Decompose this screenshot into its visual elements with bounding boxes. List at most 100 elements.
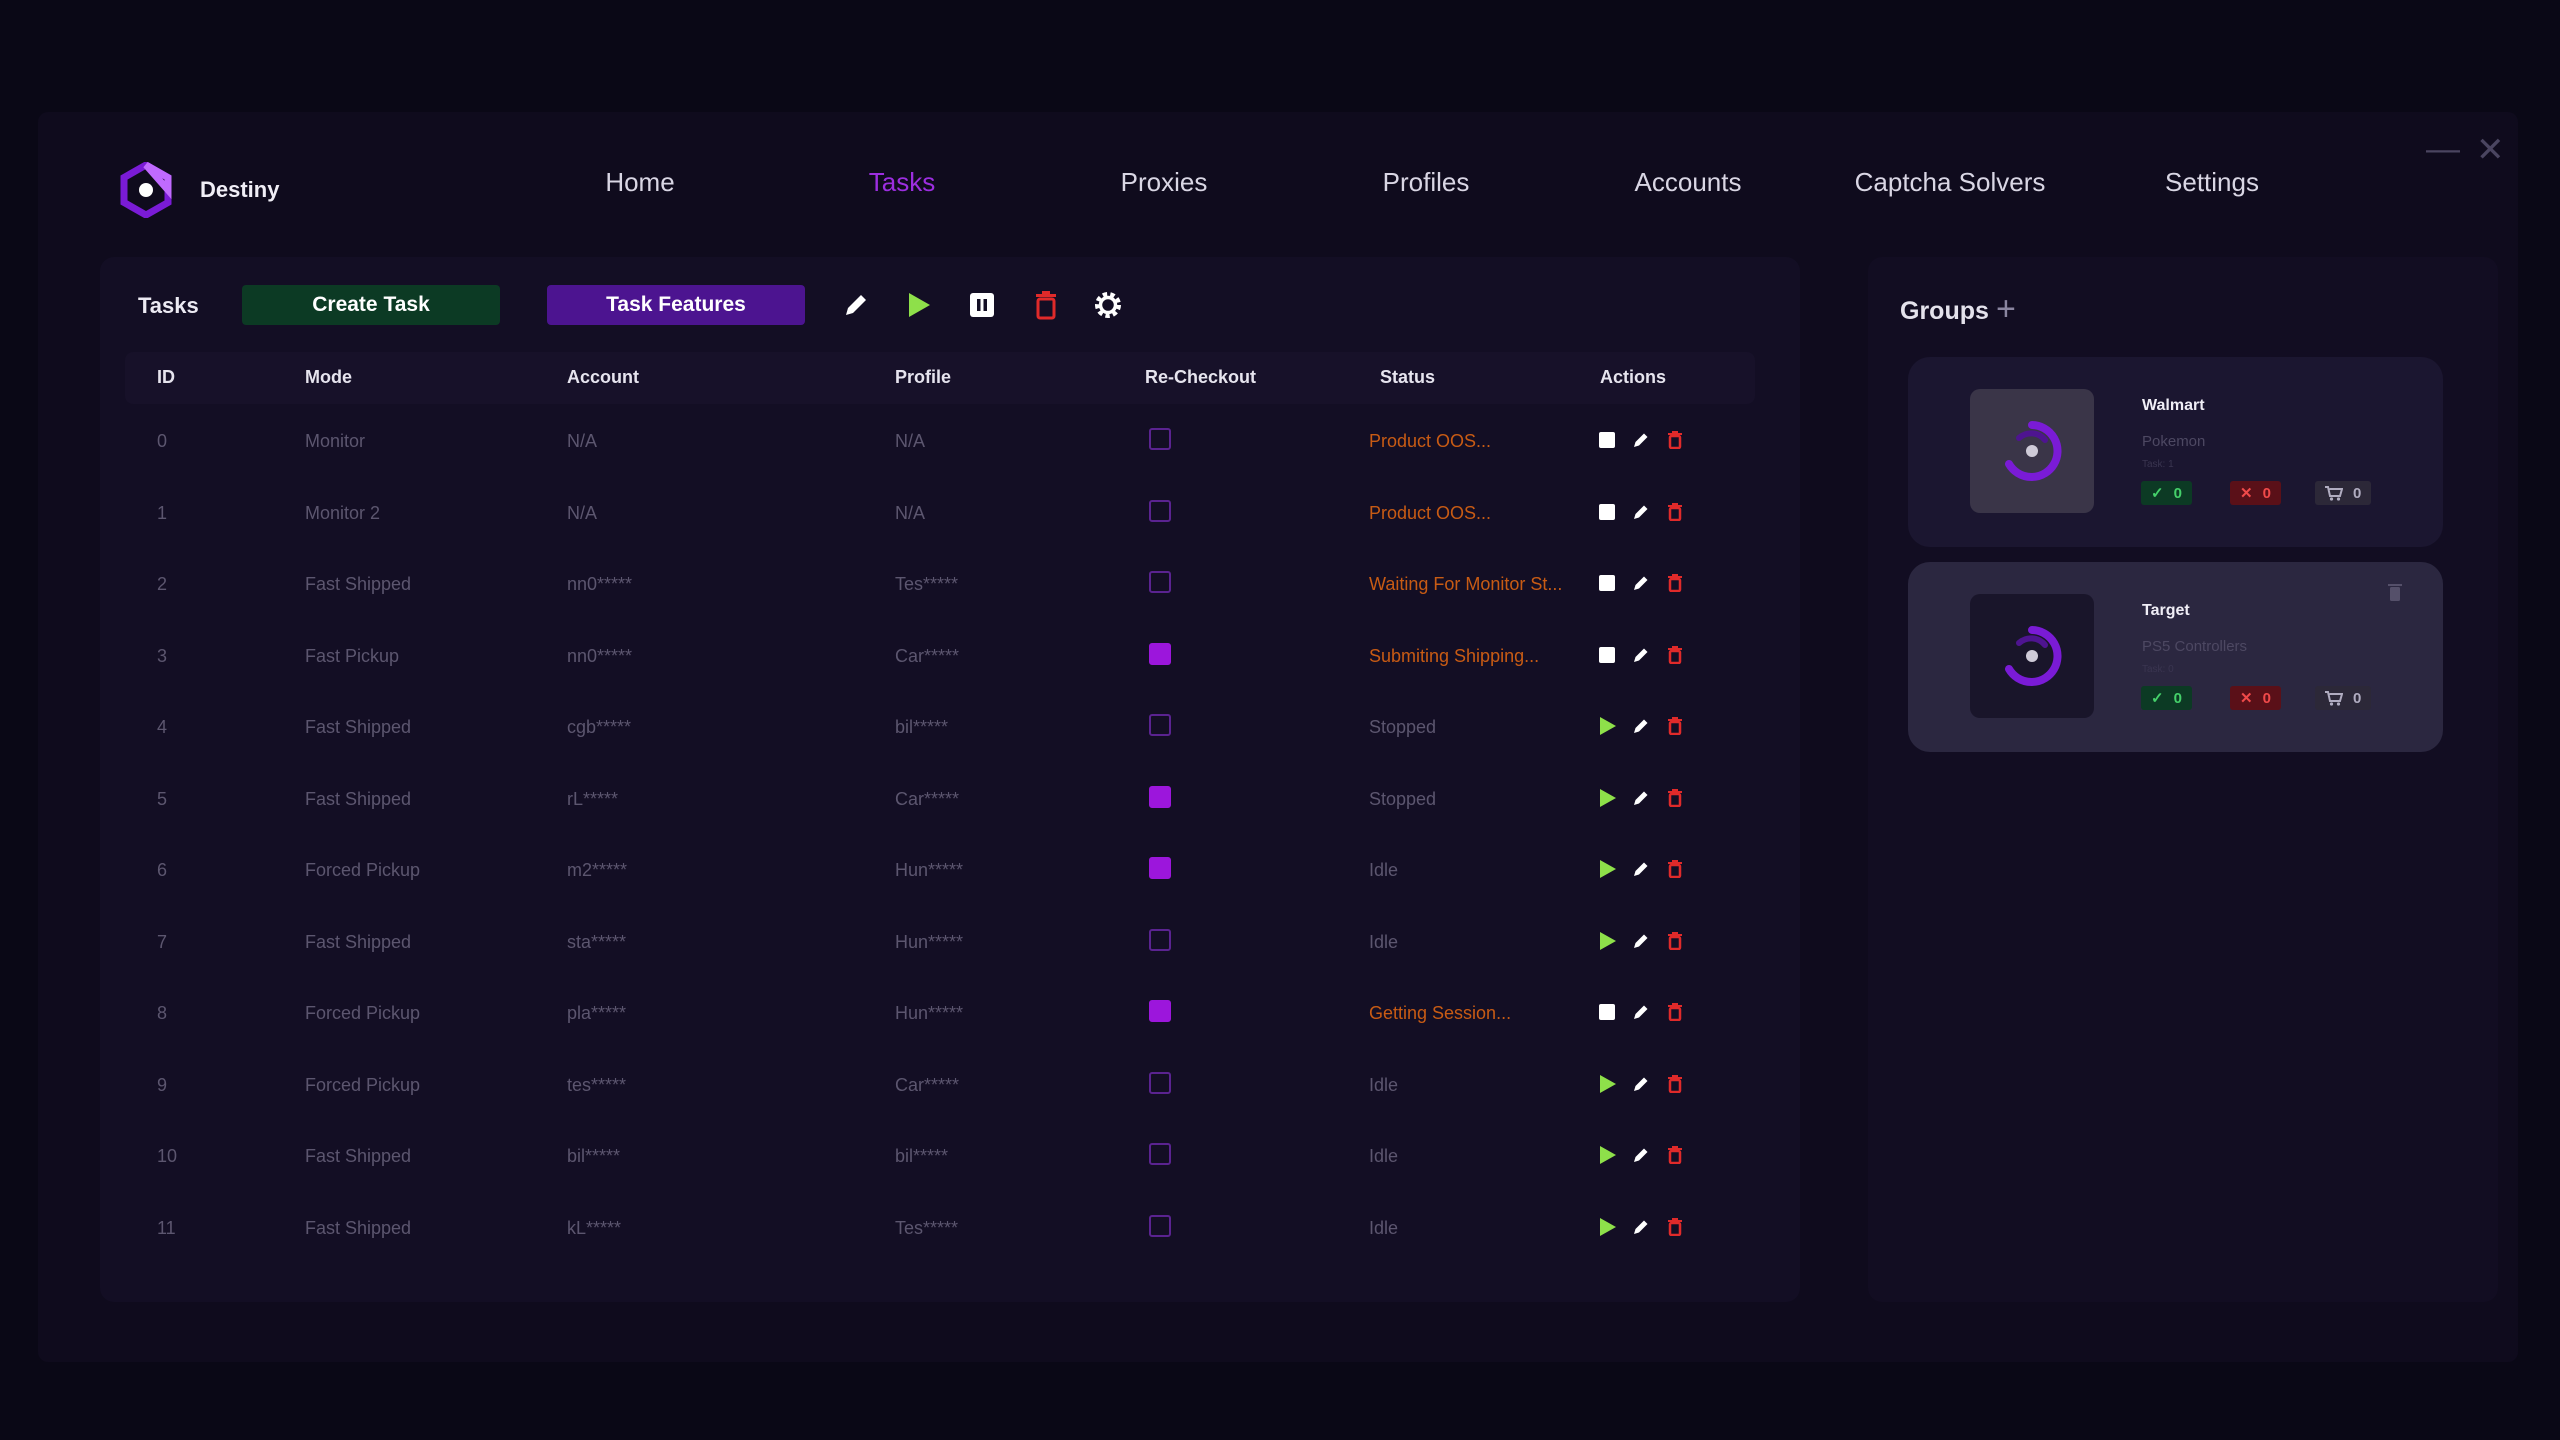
header-id: ID <box>157 367 175 387</box>
success-badge: ✓ 0 <box>2141 686 2192 710</box>
task-id: 5 <box>157 788 168 809</box>
task-status: Idle <box>1369 1146 1399 1166</box>
task-features-button[interactable]: Task Features <box>547 285 805 325</box>
delete-task-icon[interactable] <box>1664 786 1686 810</box>
delete-task-icon[interactable] <box>1664 1072 1686 1096</box>
start-task-icon[interactable] <box>1596 786 1618 810</box>
task-mode: Fast Shipped <box>305 574 412 594</box>
group-loader-icon <box>2005 421 2062 481</box>
recheckout-checkbox[interactable] <box>1149 1143 1171 1165</box>
group-card[interactable]: Walmart Pokemon Task: 1 ✓ 0 ✕ 0 0 <box>1908 357 2443 547</box>
task-row: 7 Fast Shipped sta***** Hun***** Idle <box>125 908 1755 980</box>
task-status: Stopped <box>1369 788 1437 809</box>
stop-task-icon[interactable] <box>1596 1000 1618 1024</box>
minimize-button[interactable]: — <box>2426 130 2460 169</box>
nav-profiles[interactable]: Profiles <box>1383 167 1470 198</box>
edit-task-icon[interactable] <box>1630 714 1652 738</box>
nav-settings[interactable]: Settings <box>2165 167 2259 198</box>
start-all-icon[interactable] <box>900 287 936 323</box>
edit-task-icon[interactable] <box>1630 1072 1652 1096</box>
task-id: 4 <box>157 717 168 737</box>
cart-icon <box>2325 486 2343 501</box>
recheckout-checkbox[interactable] <box>1149 642 1171 665</box>
failed-badge: ✕ 0 <box>2230 481 2281 505</box>
start-task-icon[interactable] <box>1596 1215 1618 1239</box>
task-profile: N/A <box>895 431 926 451</box>
recheckout-checkbox[interactable] <box>1149 571 1171 593</box>
group-task-count: Task: 0 <box>2142 664 2174 675</box>
recheckout-checkbox[interactable] <box>1149 928 1171 951</box>
delete-task-icon[interactable] <box>1664 714 1686 738</box>
header-status: Status <box>1380 367 1436 387</box>
task-profile: bil***** <box>895 717 949 737</box>
tasks-toolbar: Tasks Create Task Task Features <box>100 285 1800 327</box>
nav-accounts[interactable]: Accounts <box>1635 167 1742 198</box>
task-mode: Monitor 2 <box>305 502 381 523</box>
group-subtitle: Pokemon <box>2142 433 2206 450</box>
edit-task-icon[interactable] <box>1630 571 1652 595</box>
recheckout-checkbox[interactable] <box>1149 857 1171 879</box>
start-task-icon[interactable] <box>1596 857 1618 881</box>
tasks-title: Tasks <box>138 293 199 318</box>
task-row: 3 Fast Pickup nn0***** Car***** Submiting Sh… <box>125 622 1755 694</box>
delete-task-icon[interactable] <box>1664 1143 1686 1167</box>
delete-task-icon[interactable] <box>1664 500 1686 524</box>
tasks-table-header: ID Mode Account Profile Re-Checkout Stat… <box>125 352 1755 404</box>
delete-task-icon[interactable] <box>1664 643 1686 667</box>
start-task-icon[interactable] <box>1596 1072 1618 1096</box>
check-icon: ✓ <box>2151 690 2164 707</box>
header-actions: Actions <box>1600 367 1667 387</box>
edit-task-icon[interactable] <box>1630 786 1652 810</box>
create-task-button[interactable]: Create Task <box>242 285 500 325</box>
nav-captcha-solvers[interactable]: Captcha Solvers <box>1855 167 2046 198</box>
add-group-button[interactable]: + <box>1996 290 2016 329</box>
recheckout-checkbox[interactable] <box>1149 428 1171 450</box>
group-card[interactable]: Target PS5 Controllers Task: 0 ✓ 0 ✕ 0 0 <box>1908 562 2443 752</box>
edit-all-icon[interactable] <box>838 287 874 323</box>
settings-icon[interactable] <box>1090 287 1126 323</box>
edit-task-icon[interactable] <box>1630 643 1652 667</box>
delete-task-icon[interactable] <box>1664 929 1686 953</box>
recheckout-checkbox[interactable] <box>1149 785 1171 808</box>
delete-all-icon[interactable] <box>1028 287 1064 323</box>
delete-task-icon[interactable] <box>1664 1215 1686 1239</box>
edit-task-icon[interactable] <box>1630 500 1652 524</box>
recheckout-checkbox[interactable] <box>1149 1000 1171 1022</box>
task-id: 2 <box>157 574 168 594</box>
edit-task-icon[interactable] <box>1630 1215 1652 1239</box>
recheckout-checkbox[interactable] <box>1149 1071 1171 1094</box>
delete-task-icon[interactable] <box>1664 857 1686 881</box>
delete-task-icon[interactable] <box>1664 1000 1686 1024</box>
nav-proxies[interactable]: Proxies <box>1121 167 1208 198</box>
header-recheckout: Re-Checkout <box>1145 367 1257 387</box>
recheckout-checkbox[interactable] <box>1149 499 1171 522</box>
task-row: 1 Monitor 2 N/A N/A Product OOS... <box>125 479 1755 551</box>
stop-task-icon[interactable] <box>1596 428 1618 452</box>
delete-group-icon[interactable] <box>2387 582 2403 607</box>
group-name: Target <box>2142 602 2190 619</box>
edit-task-icon[interactable] <box>1630 1000 1652 1024</box>
stop-task-icon[interactable] <box>1596 643 1618 667</box>
stop-all-icon[interactable] <box>964 287 1000 323</box>
edit-task-icon[interactable] <box>1630 857 1652 881</box>
stop-task-icon[interactable] <box>1596 571 1618 595</box>
delete-task-icon[interactable] <box>1664 571 1686 595</box>
recheckout-checkbox[interactable] <box>1149 1214 1171 1237</box>
task-account: nn0***** <box>567 574 633 594</box>
task-account: m2***** <box>567 860 628 880</box>
edit-task-icon[interactable] <box>1630 929 1652 953</box>
start-task-icon[interactable] <box>1596 929 1618 953</box>
edit-task-icon[interactable] <box>1630 428 1652 452</box>
group-image <box>1970 594 2094 718</box>
delete-task-icon[interactable] <box>1664 428 1686 452</box>
nav-home[interactable]: Home <box>605 167 674 198</box>
start-task-icon[interactable] <box>1596 714 1618 738</box>
start-task-icon[interactable] <box>1596 1143 1618 1167</box>
tasks-panel: Tasks Create Task Task Features ID Mode … <box>100 257 1800 1302</box>
recheckout-checkbox[interactable] <box>1149 714 1171 736</box>
close-button[interactable]: ✕ <box>2476 130 2505 170</box>
edit-task-icon[interactable] <box>1630 1143 1652 1167</box>
nav-tasks[interactable]: Tasks <box>869 167 935 198</box>
stop-task-icon[interactable] <box>1596 500 1618 524</box>
app-window: Destiny Home Tasks Proxies Profiles Acco… <box>38 112 2518 1362</box>
